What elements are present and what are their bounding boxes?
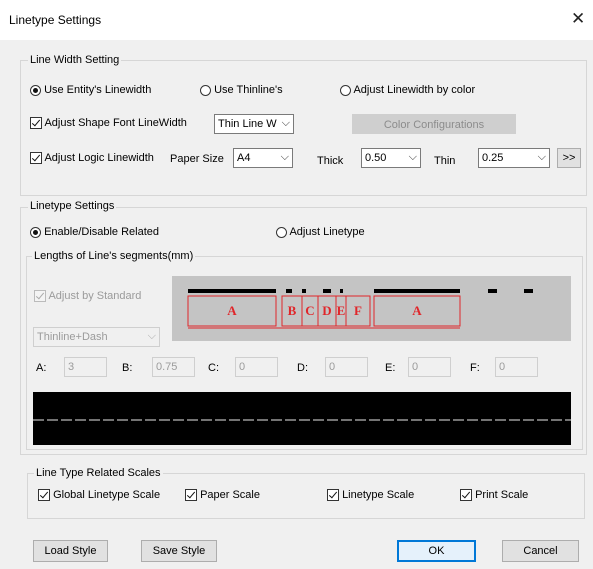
window-title: Linetype Settings xyxy=(9,13,102,27)
radio-label: Adjust Linetype xyxy=(289,226,365,238)
radio-label: Adjust Linewidth by color xyxy=(353,84,476,96)
checkbox-indicator xyxy=(327,489,339,502)
ok-button[interactable]: OK xyxy=(397,540,476,562)
checkbox-indicator xyxy=(185,489,197,502)
cancel-button[interactable]: Cancel xyxy=(502,540,579,562)
radio-adjust-by-color[interactable]: Adjust Linewidth by color xyxy=(340,84,475,96)
checkbox-label: Paper Scale xyxy=(200,489,260,501)
param-c-field[interactable]: 0 xyxy=(235,357,278,377)
checkbox-indicator xyxy=(30,152,42,165)
combo-value: 0.25 xyxy=(482,152,504,164)
radio-label: Use Entity's Linewidth xyxy=(44,84,152,96)
checkbox-label: Adjust by Standard xyxy=(48,290,142,302)
thick-label: Thick xyxy=(317,155,344,167)
diagram-label-e: E xyxy=(337,303,346,318)
more-button[interactable]: >> xyxy=(557,148,581,168)
segments-legend: Lengths of Line's segments(mm) xyxy=(32,250,196,262)
param-f-label: F: xyxy=(470,362,480,374)
linetype-legend: Linetype Settings xyxy=(28,200,117,212)
checkbox-global-linetype-scale[interactable]: Global Linetype Scale xyxy=(38,489,161,502)
checkbox-indicator xyxy=(34,290,46,303)
radio-indicator xyxy=(30,84,41,96)
param-a-field[interactable]: 3 xyxy=(64,357,107,377)
param-e-field[interactable]: 0 xyxy=(408,357,451,377)
pattern-combo[interactable]: Thinline+Dash ⌵ xyxy=(33,327,160,347)
chevron-down-icon: ⌵ xyxy=(537,151,546,163)
load-style-button[interactable]: Load Style xyxy=(33,540,108,562)
checkbox-indicator xyxy=(460,489,472,502)
param-f-field[interactable]: 0 xyxy=(495,357,538,377)
segment-a-bar xyxy=(188,289,276,293)
linetype-preview xyxy=(33,392,571,445)
checkbox-label: Adjust Logic Linewidth xyxy=(44,152,154,164)
radio-indicator xyxy=(276,226,287,238)
dash-bar xyxy=(488,289,497,293)
checkbox-label: Adjust Shape Font LineWidth xyxy=(44,117,187,129)
segment-a2-bar xyxy=(374,289,460,293)
line-width-legend: Line Width Setting xyxy=(28,54,122,66)
combo-value: A4 xyxy=(237,152,251,164)
param-d-field[interactable]: 0 xyxy=(325,357,368,377)
radio-adjust-linetype[interactable]: Adjust Linetype xyxy=(276,226,365,238)
diagram-label-d: D xyxy=(322,303,331,318)
preview-background xyxy=(33,392,571,445)
param-e-label: E: xyxy=(385,362,396,374)
linetype-diagram: A B C D E F A xyxy=(172,276,571,341)
param-c-label: C: xyxy=(208,362,219,374)
segment-d-bar xyxy=(323,289,331,293)
checkbox-adjust-by-standard[interactable]: Adjust by Standard xyxy=(34,290,142,303)
param-d-label: D: xyxy=(297,362,308,374)
param-b-label: B: xyxy=(122,362,133,374)
checkbox-indicator xyxy=(30,117,42,130)
combo-value: Thin Line W xyxy=(218,118,277,130)
color-configurations-button[interactable]: Color Configurations xyxy=(352,114,516,134)
diagram-label-a: A xyxy=(227,303,237,318)
segment-b-bar xyxy=(286,289,292,293)
close-icon[interactable]: ✕ xyxy=(571,9,585,29)
diagram-label-a2: A xyxy=(412,303,422,318)
checkbox-adjust-logic[interactable]: Adjust Logic Linewidth xyxy=(30,152,154,165)
dash-bar xyxy=(524,289,533,293)
checkbox-print-scale[interactable]: Print Scale xyxy=(460,489,529,502)
checkbox-indicator xyxy=(38,489,50,502)
radio-use-thinline[interactable]: Use Thinline's xyxy=(200,84,283,96)
checkbox-label: Linetype Scale xyxy=(342,489,415,501)
scales-legend: Line Type Related Scales xyxy=(34,467,163,479)
checkbox-adjust-shape-font[interactable]: Adjust Shape Font LineWidth xyxy=(30,117,187,130)
diagram-label-c: C xyxy=(305,303,314,318)
paper-size-label: Paper Size xyxy=(170,153,224,165)
chevron-down-icon: ⌵ xyxy=(281,117,290,129)
radio-use-entity-linewidth[interactable]: Use Entity's Linewidth xyxy=(30,84,151,96)
save-style-button[interactable]: Save Style xyxy=(141,540,217,562)
param-a-label: A: xyxy=(36,362,47,374)
checkbox-linetype-scale[interactable]: Linetype Scale xyxy=(327,489,415,502)
checkbox-label: Print Scale xyxy=(475,489,529,501)
radio-enable-disable-related[interactable]: Enable/Disable Related xyxy=(30,226,159,238)
chevron-down-icon: ⌵ xyxy=(147,330,156,342)
chevron-down-icon: ⌵ xyxy=(280,151,289,163)
paper-size-combo[interactable]: A4 ⌵ xyxy=(233,148,293,168)
thin-combo[interactable]: 0.25 ⌵ xyxy=(478,148,550,168)
segment-e-bar xyxy=(340,289,343,293)
thin-label: Thin xyxy=(434,155,456,167)
checkbox-label: Global Linetype Scale xyxy=(53,489,161,501)
radio-indicator xyxy=(200,84,211,96)
radio-indicator xyxy=(30,226,41,238)
chevron-down-icon: ⌵ xyxy=(408,151,417,163)
radio-label: Enable/Disable Related xyxy=(44,226,160,238)
param-b-field[interactable]: 0.75 xyxy=(152,357,195,377)
shape-font-combo[interactable]: Thin Line W ⌵ xyxy=(214,114,294,134)
diagram-label-b: B xyxy=(288,303,297,318)
radio-label: Use Thinline's xyxy=(214,84,283,96)
diagram-label-f: F xyxy=(354,303,362,318)
segment-c-bar xyxy=(302,289,306,293)
checkbox-paper-scale[interactable]: Paper Scale xyxy=(185,489,260,502)
radio-indicator xyxy=(340,84,351,96)
combo-value: Thinline+Dash xyxy=(37,331,108,343)
thick-combo[interactable]: 0.50 ⌵ xyxy=(361,148,421,168)
combo-value: 0.50 xyxy=(365,152,387,164)
